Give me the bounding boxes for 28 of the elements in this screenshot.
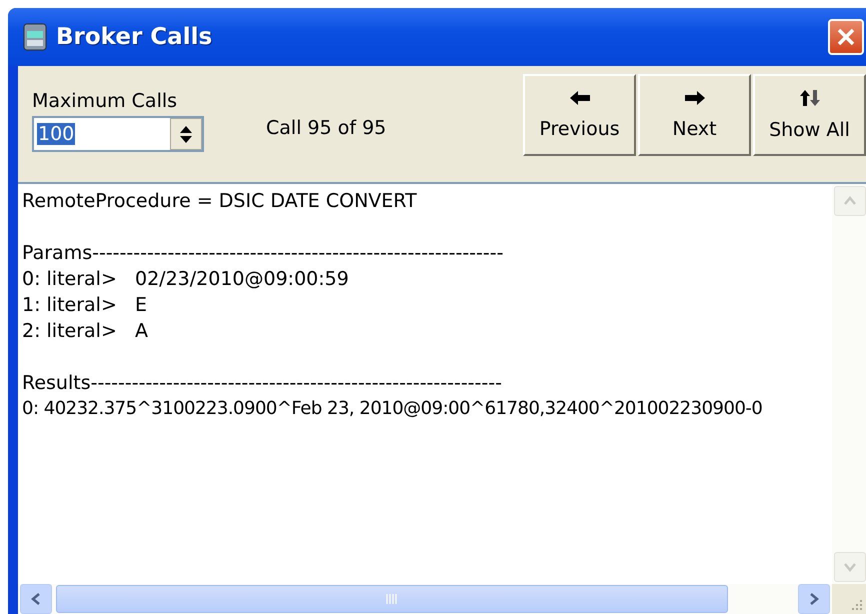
toolbar-button[interactable]: Next	[638, 74, 751, 156]
output-line: RemoteProcedure = DSIC DATE CONVERT	[22, 189, 418, 214]
output-line: 2: literal> A	[22, 319, 149, 344]
resize-grip[interactable]	[832, 584, 866, 614]
close-icon	[836, 27, 856, 47]
up-down-arrows-icon	[798, 89, 820, 107]
spin-buttons[interactable]	[170, 118, 202, 150]
scroll-thumb[interactable]	[56, 585, 728, 613]
section-heading: Results------------------------------------------------------------	[22, 371, 503, 396]
spin-value: 100	[37, 123, 76, 145]
grip-dots-icon	[849, 597, 863, 611]
field-label: Maximum Calls	[32, 90, 178, 112]
close-button[interactable]	[828, 19, 864, 55]
output-line: 0: 40232.375^3100223.0900^Feb 23, 2010@09:00^61780,32400^201002230900-0	[22, 397, 764, 421]
arrow-right-icon	[684, 90, 706, 106]
spin-field[interactable]: 100	[32, 116, 204, 152]
toolbar-button[interactable]: Previous	[523, 74, 636, 156]
output-line: 0: literal> 02/23/2010@09:00:59	[22, 267, 350, 292]
app-icon	[22, 23, 48, 51]
vertical-scrollbar[interactable]	[832, 184, 866, 584]
horizontal-scrollbar[interactable]	[18, 584, 832, 614]
toolbar-button[interactable]: Show All	[753, 74, 866, 156]
output-line: 1: literal> E	[22, 293, 148, 318]
grip-icon	[386, 594, 398, 604]
window-title: Broker Calls	[56, 24, 214, 50]
section-heading: Params------------------------------------------------------------	[22, 241, 504, 266]
arrow-left-icon	[568, 90, 590, 106]
call-position-text: Call 95 of 95	[266, 117, 386, 139]
